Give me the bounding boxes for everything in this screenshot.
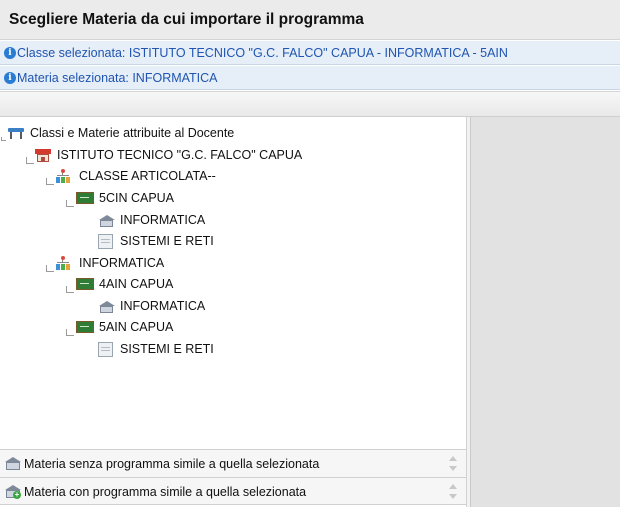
classroom-icon bbox=[76, 192, 94, 205]
tree-class-label: 4AIN CAPUA bbox=[99, 277, 174, 291]
classroom-icon bbox=[76, 321, 94, 334]
tree-class-label: 5CIN CAPUA bbox=[99, 191, 175, 205]
info-row-classe: i Classe selezionata: ISTITUTO TECNICO "… bbox=[0, 41, 620, 65]
subject-icon bbox=[5, 457, 21, 470]
info-row-materia: i Materia selezionata: INFORMATICA bbox=[0, 66, 620, 90]
chevron-up-icon bbox=[449, 484, 457, 489]
tree-class-label: 5AIN CAPUA bbox=[99, 320, 174, 334]
tree-subject-label: INFORMATICA bbox=[120, 213, 206, 227]
tree-class-5ain[interactable]: 5AIN CAPUA bbox=[0, 318, 300, 338]
info-icon: i bbox=[4, 47, 16, 59]
subject-icon bbox=[98, 215, 115, 228]
legend-spinner[interactable] bbox=[447, 482, 459, 502]
selected-class-text: Classe selezionata: ISTITUTO TECNICO "G.… bbox=[17, 46, 508, 60]
classroom-icon bbox=[76, 278, 94, 291]
legend-spinner[interactable] bbox=[447, 454, 459, 474]
group-icon bbox=[56, 169, 70, 184]
tree-school-label: ISTITUTO TECNICO "G.C. FALCO" CAPUA bbox=[57, 148, 303, 162]
tree-subject-informatica[interactable]: INFORMATICA bbox=[0, 211, 300, 231]
tree-class-5cin[interactable]: 5CIN CAPUA bbox=[0, 189, 300, 209]
tree-subject-label: SISTEMI E RETI bbox=[120, 234, 214, 248]
tree-group-informatica[interactable]: INFORMATICA bbox=[0, 254, 300, 274]
table-icon bbox=[8, 128, 24, 139]
right-panel bbox=[470, 117, 620, 507]
subject-add-icon: + bbox=[5, 485, 21, 499]
tree-subject-label: SISTEMI E RETI bbox=[120, 342, 214, 356]
chevron-down-icon bbox=[449, 494, 457, 499]
tree-root[interactable]: Classi e Materie attribuite al Docente bbox=[0, 124, 300, 144]
legend-without-program: Materia senza programma simile a quella … bbox=[0, 449, 466, 477]
legend-label: Materia con programma simile a quella se… bbox=[24, 485, 307, 499]
chevron-down-icon bbox=[449, 466, 457, 471]
subject-page-icon bbox=[98, 342, 113, 357]
tree-panel: Classi e Materie attribuite al Docente I… bbox=[0, 117, 470, 447]
tree-school[interactable]: ISTITUTO TECNICO "G.C. FALCO" CAPUA bbox=[0, 146, 380, 166]
school-icon bbox=[35, 149, 51, 163]
dialog-header: Scegliere Materia da cui importare il pr… bbox=[0, 0, 620, 40]
tree-subject-sistemi-reti[interactable]: SISTEMI E RETI bbox=[0, 340, 300, 360]
group-icon bbox=[56, 256, 70, 271]
tree-class-4ain[interactable]: 4AIN CAPUA bbox=[0, 275, 300, 295]
legend-with-program: + Materia con programma simile a quella … bbox=[0, 477, 466, 505]
subject-icon bbox=[98, 301, 115, 314]
subject-page-icon bbox=[98, 234, 113, 249]
toolbar bbox=[0, 91, 620, 117]
selected-subject-text: Materia selezionata: INFORMATICA bbox=[17, 71, 218, 85]
chevron-up-icon bbox=[449, 456, 457, 461]
tree-group-label: INFORMATICA bbox=[79, 256, 165, 270]
legend-label: Materia senza programma simile a quella … bbox=[24, 457, 320, 471]
tree-root-label: Classi e Materie attribuite al Docente bbox=[30, 126, 235, 140]
dialog-title: Scegliere Materia da cui importare il pr… bbox=[9, 11, 364, 28]
tree-group-classe-articolata[interactable]: CLASSE ARTICOLATA-- bbox=[0, 167, 300, 187]
tree-subject-sistemi-reti[interactable]: SISTEMI E RETI bbox=[0, 232, 300, 252]
tree-group-label: CLASSE ARTICOLATA-- bbox=[79, 169, 216, 183]
tree-subject-informatica[interactable]: INFORMATICA bbox=[0, 297, 300, 317]
info-icon: i bbox=[4, 72, 16, 84]
tree-subject-label: INFORMATICA bbox=[120, 299, 206, 313]
